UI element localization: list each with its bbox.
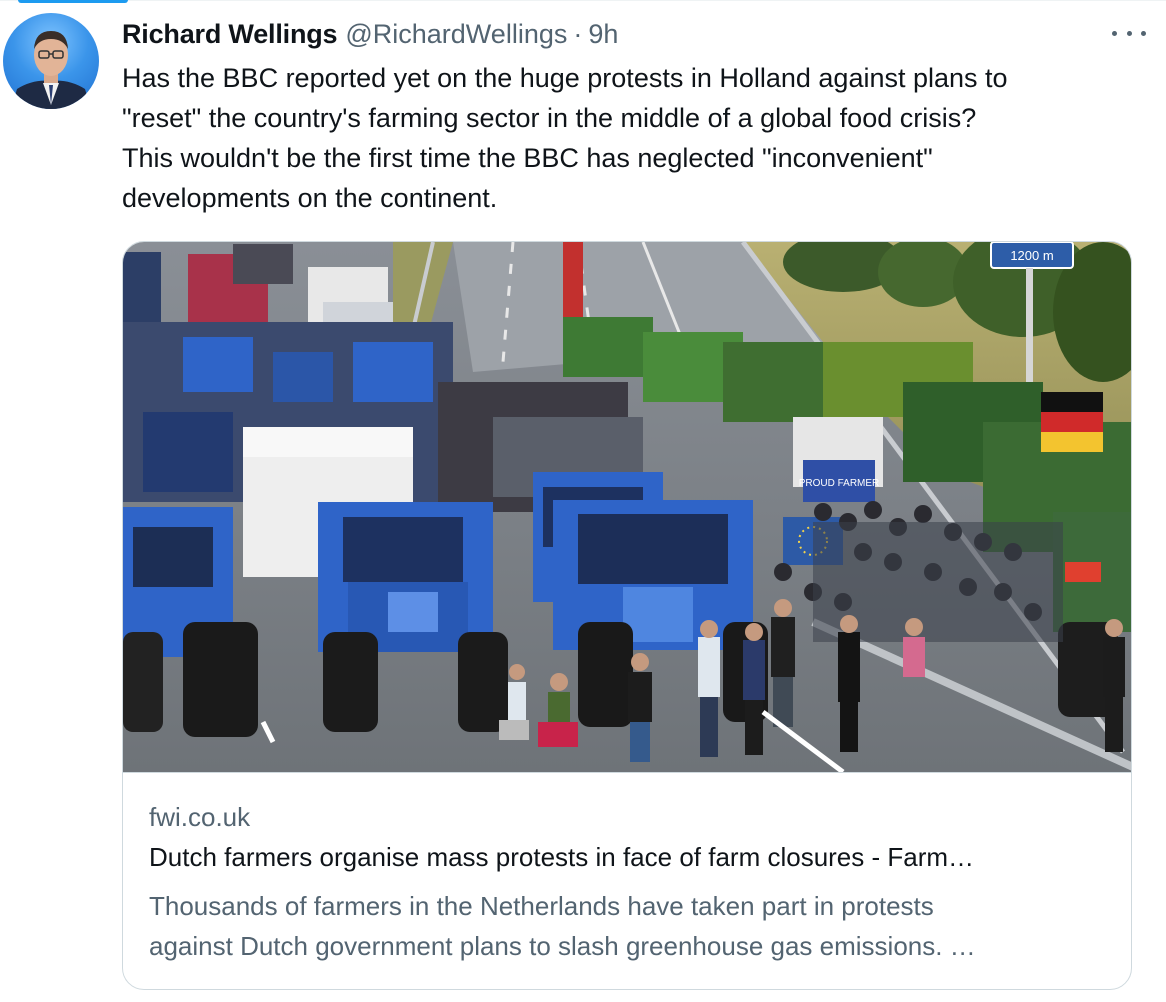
card-description-line: against Dutch government plans to slash … [149, 931, 976, 961]
tweet-text-line: This wouldn't be the first time the BBC … [122, 143, 933, 173]
link-preview-card[interactable]: 1200 m PROUD FARMER fwi.co.uk Dutch farm… [122, 241, 1132, 990]
tweet-text-line: developments on the continent. [122, 183, 498, 213]
header-separator: · [573, 18, 583, 49]
tweet-header: Richard Wellings @RichardWellings · 9h [122, 14, 618, 54]
card-description: Thousands of farmers in the Netherlands … [149, 886, 1099, 966]
protest-photo: 1200 m PROUD FARMER [123, 242, 1131, 772]
more-options-icon[interactable] [1112, 18, 1146, 48]
profile-photo-icon [11, 31, 91, 109]
link-preview-image[interactable]: 1200 m PROUD FARMER [123, 242, 1131, 773]
author-display-name[interactable]: Richard Wellings [122, 19, 338, 50]
distance-sign-text: 1200 m [1010, 248, 1053, 263]
author-handle[interactable]: @RichardWellings [345, 19, 567, 50]
tweet-text-line: "reset" the country's farming sector in … [122, 103, 977, 133]
tweet-text: Has the BBC reported yet on the huge pro… [122, 58, 1132, 218]
author-avatar[interactable] [3, 13, 99, 109]
card-title: Dutch farmers organise mass protests in … [149, 842, 975, 872]
card-domain: fwi.co.uk [149, 802, 251, 832]
protest-banner-text: PROUD FARMER [799, 478, 880, 489]
card-description-line: Thousands of farmers in the Netherlands … [149, 891, 934, 921]
more-dot [1126, 30, 1132, 36]
tweet-text-line: Has the BBC reported yet on the huge pro… [122, 63, 1008, 93]
tweet-timestamp[interactable]: 9h [588, 19, 618, 50]
more-dot [1141, 30, 1146, 36]
more-dot [1112, 30, 1117, 36]
tweet[interactable]: Richard Wellings @RichardWellings · 9h H… [0, 0, 1166, 1002]
